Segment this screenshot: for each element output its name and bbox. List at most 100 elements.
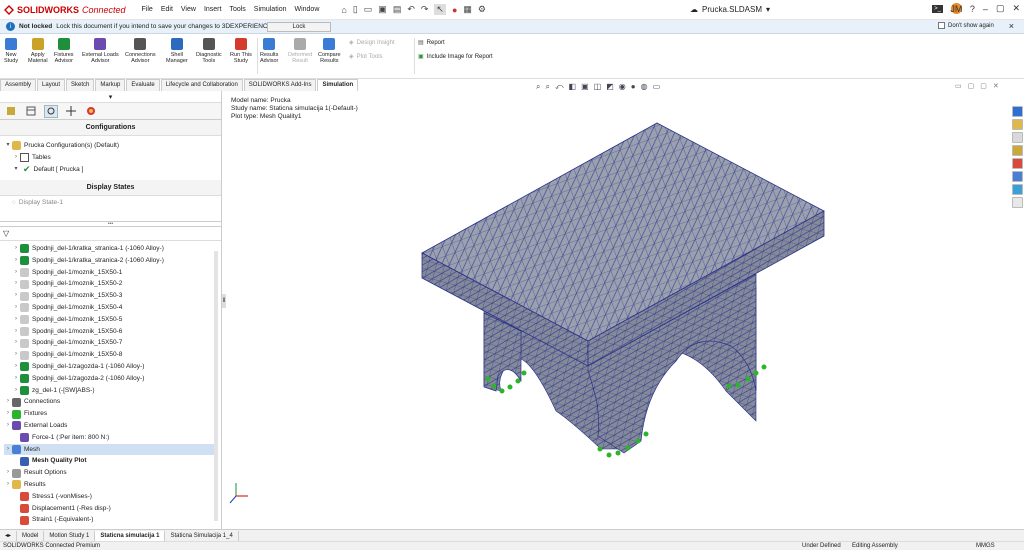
view-settings-icon[interactable]: ▭ [653,82,661,92]
new-document-icon[interactable]: ▯ [353,4,358,15]
mesh-model-view[interactable] [226,91,1012,529]
custom-properties-icon[interactable] [1012,171,1023,182]
avatar[interactable]: JM [950,3,962,14]
menu-view[interactable]: View [181,6,196,13]
tree-item[interactable]: › External Loads [4,420,218,432]
previous-view-icon[interactable]: ⤺ [555,82,564,92]
menu-tools[interactable]: Tools [229,6,245,13]
expand-icon[interactable]: › [4,467,12,479]
panel-collapse-handle[interactable]: ▾ [0,91,221,103]
expand-icon[interactable]: › [12,349,20,361]
plot-tools-button[interactable]: ◈ Plot Tools [349,53,383,61]
expand-icon[interactable]: › [12,243,20,255]
file-explorer-icon[interactable] [1012,132,1023,143]
tree-item[interactable]: Displacement1 (-Res disp-) [4,503,218,515]
expand-icon[interactable]: › [12,314,20,326]
run-this-study-button[interactable]: Run This Study [230,38,252,64]
view-palette-icon[interactable] [1012,145,1023,156]
study-tab-3[interactable]: Staticna Simulacija 1_4 [165,530,239,541]
fixtures-advisor-button[interactable]: Fixtures Advisor [54,38,74,64]
filter-bar[interactable]: ▽ [0,229,221,241]
collapse-arrow-icon[interactable]: ▾ [109,93,113,101]
apply-material-button[interactable]: Apply Material [28,38,48,64]
tree-item[interactable]: › Spodnji_del-1/zagozda-1 (-1060 Alloy-) [4,361,218,373]
terminal-icon[interactable]: >_ [932,4,943,13]
options-gear-icon[interactable]: ⚙ [478,4,486,15]
rebuild-icon[interactable]: ▦ [463,4,472,15]
tree-item[interactable]: › Spodnji_del-1/moznik_15X50-1 [4,267,218,279]
property-manager-tab-icon[interactable] [24,105,38,118]
tree-item[interactable]: › Spodnji_del-1/moznik_15X50-8 [4,349,218,361]
tree-item[interactable]: › Spodnji_del-1/kratka_stranica-2 (-1060 … [4,255,218,267]
configuration-manager-tab-icon[interactable] [44,104,58,118]
tree-item[interactable]: › Connections [4,396,218,408]
connections-advisor-button[interactable]: Connections Advisor [125,38,156,64]
tab-layout[interactable]: Layout [37,79,66,91]
collapse-icon[interactable]: ▾ [4,140,12,152]
expand-icon[interactable]: › [4,396,12,408]
menu-edit[interactable]: Edit [161,6,173,13]
expand-icon[interactable]: › [12,302,20,314]
tab-scroll-icon[interactable]: ◂▸ [0,530,18,541]
study-tab-2[interactable]: Staticna simulacija 1 [95,530,166,541]
expand-icon[interactable]: › [4,408,12,420]
diagnostic-tools-button[interactable]: Diagnostic Tools [196,38,222,64]
config-default[interactable]: ▾ ✔ Default [ Prucka ] [4,164,221,176]
expand-icon[interactable]: › [12,326,20,338]
design-library-icon[interactable] [1012,119,1023,130]
zoom-to-fit-icon[interactable]: ⌕ [536,82,540,92]
dont-show-checkbox[interactable] [938,22,945,29]
design-insight-button[interactable]: ◈ Design Insight [349,39,395,47]
tree-item[interactable]: › Spodnji_del-1/kratka_stranica-1 (-1060 … [4,243,218,255]
tree-item[interactable]: Stress1 (-vonMises-) [4,491,218,503]
viewport-close-icon[interactable]: ✕ [993,82,999,90]
expand-icon[interactable]: › [4,479,12,491]
panel-splitter[interactable]: ••• [0,221,221,227]
compare-results-button[interactable]: Compare Results [318,38,341,64]
expand-icon[interactable]: › [4,420,12,432]
chevron-down-icon[interactable]: ▾ [766,5,770,14]
tree-item[interactable]: › Spodnji_del-1/moznik_15X50-5 [4,314,218,326]
home-icon[interactable]: ⌂ [341,5,346,15]
solidworks-resources-icon[interactable] [1012,106,1023,117]
display-style-icon[interactable]: ◩ [606,82,614,92]
tree-item[interactable]: › Spodnji_del-1/moznik_15X50-3 [4,290,218,302]
config-tables[interactable]: › Tables [4,152,221,164]
view-orientation-icon[interactable]: ◫ [594,82,602,92]
tab-sketch[interactable]: Sketch [66,79,95,91]
tab-solidworks-add-ins[interactable]: SOLIDWORKS Add-Ins [243,79,317,91]
minimize-icon[interactable]: – [983,4,988,14]
close-info-icon[interactable]: × [1009,21,1014,31]
lock-button[interactable]: Lock [267,22,331,32]
edit-appearance-icon[interactable]: ● [631,82,636,92]
tree-item[interactable]: Force-1 (:Per item: 800 N:) [4,432,218,444]
hide-show-icon[interactable]: ◉ [619,82,626,92]
menu-simulation[interactable]: Simulation [254,6,287,13]
filter-icon[interactable]: ▽ [3,229,9,238]
expand-icon[interactable]: › [12,267,20,279]
collapse-icon[interactable]: ▾ [12,164,20,176]
notes-icon[interactable] [1012,197,1023,208]
new-study-button[interactable]: New Study [4,38,18,64]
menu-window[interactable]: Window [294,6,319,13]
expand-icon[interactable]: › [12,278,20,290]
config-root[interactable]: ▾ Prucka Configuration(s) (Default) [4,140,221,152]
shell-manager-button[interactable]: Shell Manager [166,38,188,64]
tree-item[interactable]: › Spodnji_del-1/moznik_15X50-6 [4,326,218,338]
expand-icon[interactable]: › [4,444,12,456]
include-image-button[interactable]: ▣ Include Image for Report [418,53,493,61]
dimxpert-tab-icon[interactable] [64,105,78,118]
tab-simulation[interactable]: Simulation [317,79,359,91]
apply-scene-icon[interactable]: ◍ [641,82,648,92]
appearances-icon[interactable] [1012,158,1023,169]
results-advisor-button[interactable]: Results Advisor [260,38,278,64]
tree-item[interactable]: › Spodnji_del-1/moznik_15X50-7 [4,337,218,349]
tab-assembly[interactable]: Assembly [0,79,37,91]
tree-item[interactable]: Mesh Quality Plot [4,455,218,467]
graphics-area[interactable] [226,91,1012,529]
dont-show-again[interactable]: Don't show again [938,22,994,29]
close-icon[interactable]: ✕ [1012,3,1020,14]
expand-icon[interactable]: › [12,385,20,397]
external-loads-advisor-button[interactable]: External Loads Advisor [82,38,119,64]
deformed-result-button[interactable]: Deformed Result [288,38,312,64]
